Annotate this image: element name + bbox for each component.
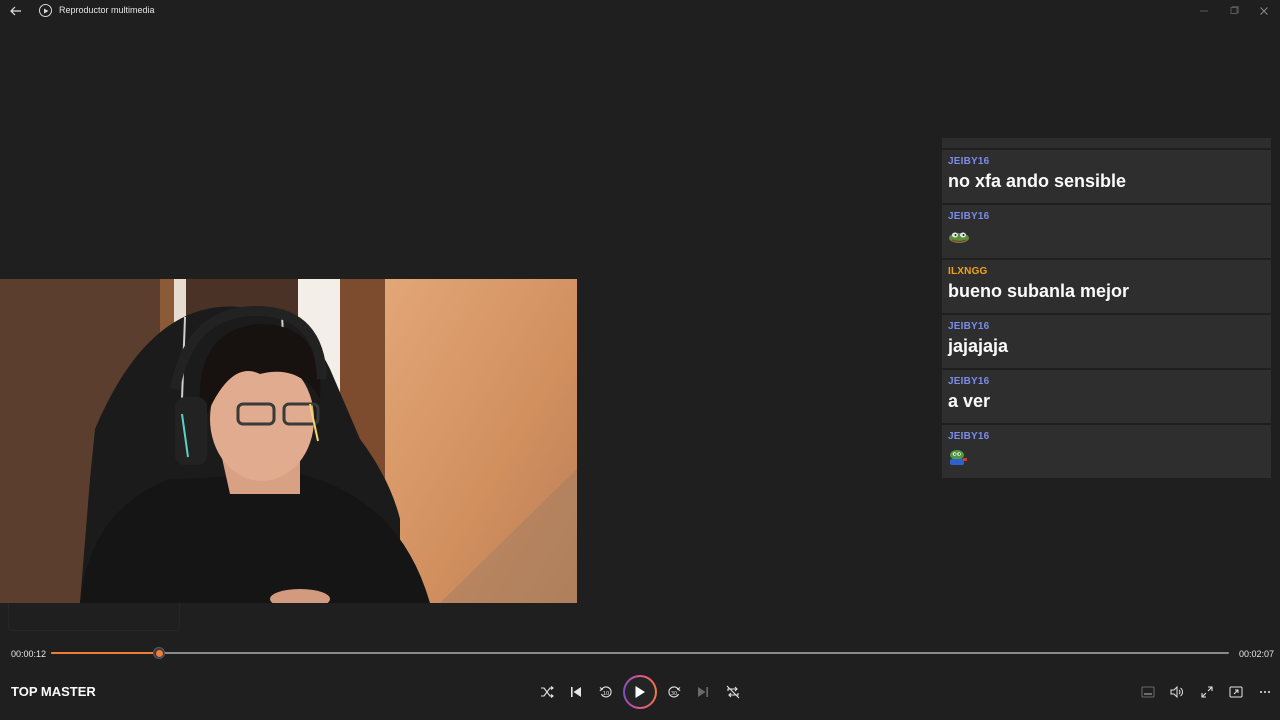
video-content-illustration [0,279,577,603]
chat-text: jajajaja [948,336,1009,356]
repeat-button[interactable] [722,681,744,703]
play-button[interactable] [623,675,657,709]
forward-30-icon: 30 [668,686,681,698]
chat-message: JEIBY16 [942,425,1271,478]
chat-message: JEIBY16 a ver [942,370,1271,423]
chat-message: JEIBY16 no xfa ando sensible [942,150,1271,203]
chat-username: JEIBY16 [948,376,990,387]
seek-bar[interactable] [51,647,1229,659]
shuffle-icon [541,686,554,698]
maximize-icon [1230,6,1239,14]
chat-message-partial [942,138,1271,148]
total-time: 00:02:07 [1239,649,1275,659]
svg-text:30: 30 [671,691,677,697]
chat-username: JEIBY16 [948,156,990,167]
close-icon [1260,7,1268,15]
app-title: Reproductor multimedia [59,5,155,15]
more-icon [1260,691,1270,693]
chat-username: JEIBY16 [948,321,990,332]
chat-overlay: JEIBY16 no xfa ando sensible JEIBY16 ILX… [942,138,1271,480]
next-icon [698,687,708,697]
repeat-off-icon [726,685,740,699]
minimize-button[interactable] [1190,2,1218,20]
back-arrow-icon [10,6,21,16]
seek-thumb[interactable] [153,647,166,659]
close-button[interactable] [1250,2,1278,20]
chat-message: JEIBY16 jajajaja [942,315,1271,368]
chat-username: ILXNGG [948,266,988,277]
video-border-strip [8,603,180,631]
cast-icon [1229,686,1243,698]
chat-text: a ver [948,391,991,411]
chat-text: no xfa ando sensible [948,171,1127,191]
cast-button[interactable] [1225,681,1247,703]
miniplayer-icon [1141,686,1155,698]
video-frame[interactable] [0,279,577,603]
rewind-10-button[interactable]: 10 [595,681,617,703]
fullscreen-button[interactable] [1196,681,1218,703]
more-button[interactable] [1254,681,1276,703]
chat-message: ILXNGG bueno subanla mejor [942,260,1271,313]
minimize-icon [1200,10,1208,12]
title-bar: Reproductor multimedia [0,0,1280,22]
chat-message: JEIBY16 [942,205,1271,258]
frog-emote-icon [949,232,969,243]
play-icon [635,686,645,698]
pepe-emote-icon [950,450,967,465]
now-playing-title[interactable]: TOP MASTER [11,684,96,699]
previous-icon [571,687,581,697]
chat-username: JEIBY16 [948,431,990,442]
chat-text: bueno subanla mejor [948,281,1130,301]
miniplayer-button[interactable] [1137,681,1159,703]
back-button[interactable] [6,2,26,20]
next-button[interactable] [692,681,714,703]
chat-username: JEIBY16 [948,211,990,222]
forward-30-button[interactable]: 30 [663,681,685,703]
shuffle-button[interactable] [536,681,558,703]
volume-icon [1170,686,1183,698]
previous-button[interactable] [565,681,587,703]
svg-text:10: 10 [603,691,609,697]
seek-progress [51,652,160,654]
play-circle-icon [39,4,52,17]
fullscreen-icon [1201,686,1213,698]
volume-button[interactable] [1166,681,1188,703]
current-time: 00:00:12 [11,649,47,659]
rewind-10-icon: 10 [599,686,612,698]
maximize-button[interactable] [1220,2,1248,20]
